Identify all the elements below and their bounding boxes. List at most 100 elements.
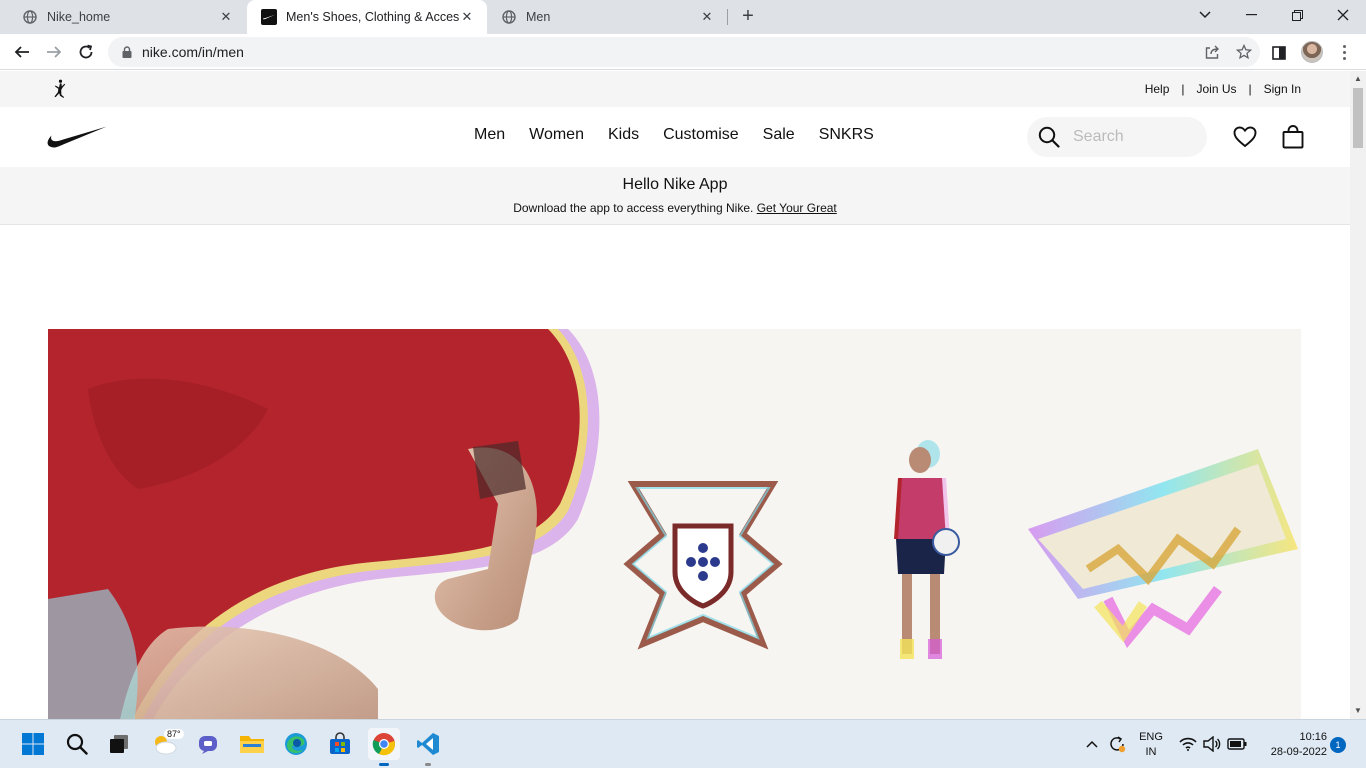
start-button[interactable] [17, 728, 49, 760]
share-button[interactable] [1196, 40, 1228, 64]
search-icon[interactable] [1029, 117, 1069, 157]
nav-women[interactable]: Women [529, 126, 584, 144]
minimize-button[interactable] [1228, 0, 1274, 30]
vscode-button[interactable] [412, 728, 444, 766]
search-taskbar-button[interactable] [61, 728, 93, 760]
teams-chat-button[interactable] [192, 728, 224, 760]
nav-snkrs[interactable]: SNKRS [819, 126, 874, 144]
profile-avatar[interactable] [1301, 41, 1323, 63]
new-tab-button[interactable]: + [736, 5, 760, 29]
sync-status-button[interactable] [1104, 728, 1130, 760]
wifi-button[interactable] [1176, 728, 1200, 760]
utility-links: Help | Join Us | Sign In [1145, 71, 1301, 107]
arrow-right-icon [47, 46, 62, 58]
nav-customise[interactable]: Customise [663, 126, 739, 144]
close-window-button[interactable] [1320, 0, 1366, 30]
search-input[interactable] [1073, 128, 1193, 146]
heart-icon [1233, 126, 1257, 148]
vscode-icon [417, 733, 439, 755]
tab-divider [727, 9, 728, 25]
close-icon [1337, 9, 1349, 21]
promo-banner: Hello Nike App Download the app to acces… [0, 167, 1350, 225]
language-indicator[interactable]: ENG IN [1136, 730, 1166, 760]
promo-text: Download the app to access everything Ni… [513, 201, 754, 215]
nike-swoosh-logo[interactable] [47, 126, 107, 148]
nav-sale[interactable]: Sale [763, 126, 795, 144]
chevron-down-icon [1199, 11, 1211, 19]
hero-illustration [48, 329, 1301, 719]
active-app-indicator [379, 763, 389, 766]
clock-time: 10:16 [1299, 731, 1327, 743]
side-panel-button[interactable] [1268, 42, 1290, 64]
promo-subtitle: Download the app to access everything Ni… [0, 201, 1350, 215]
system-clock[interactable]: 10:16 28-09-2022 [1255, 730, 1327, 760]
lang-line-1: ENG [1139, 731, 1163, 743]
forward-button[interactable] [41, 39, 67, 65]
close-tab-icon[interactable]: ✕ [699, 9, 715, 25]
share-icon [1205, 45, 1219, 59]
tab-search-button[interactable] [1182, 0, 1228, 30]
url-text[interactable]: nike.com/in/men [142, 44, 1196, 60]
edge-button[interactable] [280, 728, 312, 760]
bag-button[interactable] [1279, 123, 1307, 151]
scrollbar-thumb[interactable] [1353, 88, 1363, 148]
reload-button[interactable] [73, 39, 99, 65]
volume-button[interactable] [1200, 728, 1224, 760]
tab-men[interactable]: Men ✕ [487, 0, 727, 34]
jordan-jumpman-icon[interactable] [49, 79, 69, 99]
store-button[interactable] [324, 728, 356, 760]
lock-icon[interactable] [120, 45, 134, 59]
store-icon [330, 732, 350, 754]
more-menu-button[interactable] [1334, 42, 1354, 62]
arrow-left-icon [14, 46, 29, 58]
promo-link[interactable]: Get Your Great [757, 201, 837, 215]
task-view-button[interactable] [103, 728, 135, 760]
nike-favicon-icon [261, 9, 277, 25]
open-app-indicator [425, 763, 431, 766]
tab-nike-home[interactable]: Nike_home ✕ [8, 0, 246, 34]
join-us-link[interactable]: Join Us [1197, 82, 1237, 96]
nav-men[interactable]: Men [474, 126, 505, 144]
globe-icon [501, 9, 517, 25]
nav-kids[interactable]: Kids [608, 126, 639, 144]
file-explorer-button[interactable] [236, 728, 268, 760]
chevron-up-icon [1086, 740, 1098, 748]
battery-button[interactable] [1224, 728, 1250, 760]
chrome-icon [372, 733, 395, 756]
reload-icon [79, 44, 93, 59]
sync-icon [1110, 736, 1126, 753]
sign-in-link[interactable]: Sign In [1264, 82, 1301, 96]
scroll-down-arrow[interactable]: ▼ [1350, 703, 1366, 719]
browser-tab-strip: Nike_home ✕ Men's Shoes, Clothing & Acce… [0, 0, 1366, 34]
hero-image[interactable] [48, 329, 1301, 719]
bookmark-button[interactable] [1228, 40, 1260, 64]
lang-line-2: IN [1145, 746, 1157, 758]
browser-toolbar: nike.com/in/men [0, 34, 1366, 70]
search-box[interactable] [1027, 117, 1207, 157]
address-bar[interactable]: nike.com/in/men [108, 37, 1260, 67]
folder-icon [240, 736, 264, 753]
minimize-icon [1245, 14, 1257, 16]
windows-logo-icon [22, 733, 44, 755]
close-tab-icon[interactable]: ✕ [218, 9, 234, 25]
globe-icon [22, 9, 38, 25]
tab-title: Men's Shoes, Clothing & Accessories [286, 10, 459, 24]
close-tab-icon[interactable]: ✕ [459, 9, 475, 25]
favourites-button[interactable] [1231, 123, 1259, 151]
side-panel-icon [1272, 46, 1286, 60]
page-scrollbar[interactable]: ▲ ▼ [1350, 71, 1366, 719]
back-button[interactable] [9, 39, 35, 65]
help-link[interactable]: Help [1145, 82, 1170, 96]
clock-date: 28-09-2022 [1270, 746, 1327, 758]
edge-icon [285, 733, 307, 755]
weather-temp: 87° [164, 729, 184, 739]
tab-mens-shoes[interactable]: Men's Shoes, Clothing & Accessories ✕ [247, 0, 487, 34]
notification-badge[interactable]: 1 [1330, 737, 1346, 753]
util-separator: | [1248, 82, 1252, 96]
show-hidden-icons-button[interactable] [1082, 728, 1102, 760]
restore-button[interactable] [1274, 0, 1320, 30]
chrome-button[interactable] [368, 728, 400, 766]
wifi-icon [1179, 737, 1197, 751]
scroll-up-arrow[interactable]: ▲ [1350, 71, 1366, 87]
chat-icon [199, 736, 217, 754]
